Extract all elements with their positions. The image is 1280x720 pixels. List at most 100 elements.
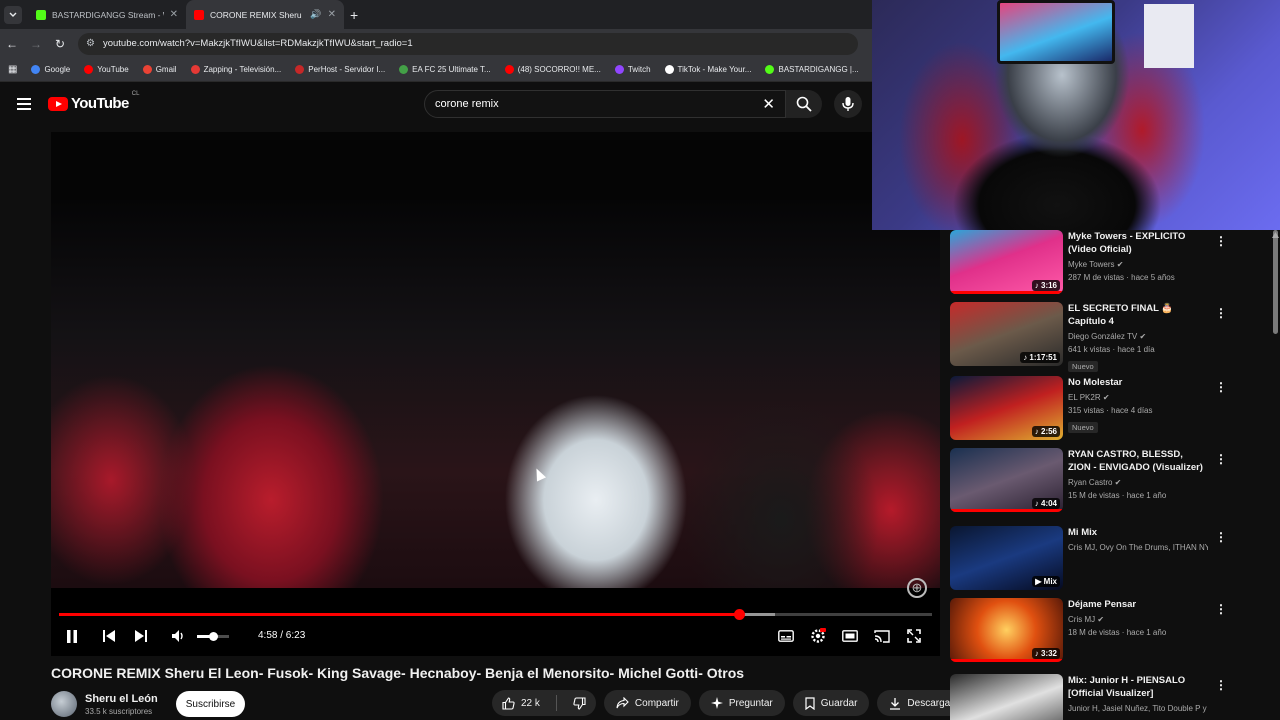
forward-icon[interactable]: → <box>24 37 48 51</box>
video-thumbnail[interactable]: ▶ Mix <box>950 526 1063 590</box>
bookmark-tiktok[interactable]: TikTok - Make Your... <box>664 65 751 74</box>
video-thumbnail[interactable]: ♪ 3:32 <box>950 598 1063 662</box>
site-info-icon[interactable]: ⚙ <box>86 38 95 49</box>
more-vertical-icon[interactable]: ⋮ <box>1215 380 1227 394</box>
recommendation-title[interactable]: Mi Mix <box>1068 526 1208 539</box>
recommendation-channel[interactable]: Myke Towers ✔ <box>1068 259 1208 271</box>
video-player[interactable]: ⊕ 4:58 / 6:23 <box>51 132 940 656</box>
recommendation-item[interactable]: ♪ 4:04 RYAN CASTRO, BLESSD, ZION - ENVIGA… <box>950 448 1227 512</box>
more-vertical-icon[interactable]: ⋮ <box>1215 678 1227 692</box>
recommendation-title[interactable]: Déjame Pensar <box>1068 598 1208 611</box>
clear-search-icon[interactable]: ✕ <box>762 95 775 113</box>
cast-button[interactable] <box>872 626 892 646</box>
subtitles-button[interactable] <box>776 626 796 646</box>
recommendation-channel[interactable]: Cris MJ ✔ <box>1068 614 1208 626</box>
video-frame[interactable]: ⊕ <box>51 200 940 598</box>
progress-bar[interactable] <box>59 609 932 620</box>
bookmark-twitch[interactable]: Twitch <box>614 65 651 74</box>
tab-bastardigangg[interactable]: BASTARDIGANGG Stream - Watch ✕ <box>28 0 186 29</box>
channel-avatar[interactable] <box>51 691 77 717</box>
recommendation-title[interactable]: No Molestar <box>1068 376 1208 389</box>
bookmark-youtube[interactable]: YouTube <box>84 65 129 74</box>
video-thumbnail[interactable] <box>950 674 1063 720</box>
video-thumbnail[interactable]: ♪ 2:56 <box>950 376 1063 440</box>
save-button[interactable]: Guardar <box>792 690 870 716</box>
share-button[interactable]: Compartir <box>603 690 691 716</box>
recommendation-title[interactable]: EL SECRETO FINAL 🎂 Capítulo 4 <box>1068 302 1208 328</box>
volume-knob[interactable] <box>209 632 218 641</box>
dislike-button[interactable] <box>563 690 596 716</box>
recommendation-item[interactable]: ▶ Mix Mi Mix Cris MJ, Ovy On The Drums, IT… <box>950 526 1227 590</box>
new-badge: Nuevo <box>1068 361 1098 372</box>
action-bar: 22 k Compartir Preguntar Guardar Descarg… <box>492 690 1000 716</box>
channel-watermark-icon[interactable]: ⊕ <box>907 578 927 598</box>
recommendation-item[interactable]: ♪ 1:17:51 EL SECRETO FINAL 🎂 Capítulo 4 Di… <box>950 302 1227 374</box>
more-vertical-icon[interactable]: ⋮ <box>1215 530 1227 544</box>
mute-button[interactable] <box>169 626 189 646</box>
recommendation-stats: 315 vistas · hace 4 días <box>1068 406 1153 415</box>
fullscreen-button[interactable] <box>904 626 924 646</box>
recommendation-title[interactable]: RYAN CASTRO, BLESSD, ZION - ENVIGADO (Vi… <box>1068 448 1208 474</box>
video-thumbnail[interactable]: ♪ 4:04 <box>950 448 1063 512</box>
video-thumbnail[interactable]: ♪ 1:17:51 <box>950 302 1063 366</box>
recommendation-title[interactable]: Myke Towers - EXPLICITO (Video Oficial) <box>1068 230 1208 256</box>
more-vertical-icon[interactable]: ⋮ <box>1215 452 1227 466</box>
recommendation-item[interactable]: Mix: Junior H - PIENSALO [Official Visua… <box>950 674 1227 720</box>
recommendation-channel[interactable]: Diego González TV ✔ <box>1068 331 1208 343</box>
url-input[interactable]: ⚙ youtube.com/watch?v=MakzjkTfIWU&list=R… <box>78 32 858 55</box>
back-icon[interactable]: ← <box>0 37 24 51</box>
tab-search-button[interactable] <box>4 5 22 24</box>
bookmark-google[interactable]: Google <box>31 65 70 74</box>
new-tab-button[interactable]: + <box>350 7 358 23</box>
tab-youtube[interactable]: CORONE REMIX Sheru El Leon 🔊 ✕ <box>186 0 344 29</box>
scrubber-handle[interactable] <box>734 609 746 620</box>
recommendation-channel[interactable]: Ryan Castro ✔ <box>1068 477 1208 489</box>
sidebar-scrollbar[interactable] <box>1273 230 1278 334</box>
video-thumbnail[interactable]: ♪ 3:16 <box>950 230 1063 294</box>
recommendation-channel[interactable]: Junior H, Jasiel Nuñez, Tito Double P y … <box>1068 703 1208 715</box>
youtube-logo[interactable]: YouTube CL <box>48 91 139 112</box>
subscribe-button[interactable]: Suscribirse <box>175 691 246 717</box>
recommendation-channel[interactable]: Cris MJ, Ovy On The Drums, ITHAN NY y ..… <box>1068 542 1208 554</box>
more-vertical-icon[interactable]: ⋮ <box>1215 306 1227 320</box>
pause-icon <box>67 629 77 643</box>
bookmark-gmail[interactable]: Gmail <box>142 65 177 74</box>
bookmark-socorro[interactable]: (48) SOCORRO!! ME... <box>504 65 601 74</box>
previous-button[interactable] <box>99 626 119 646</box>
watched-progress-bar <box>950 659 1063 662</box>
recommendation-title[interactable]: Mix: Junior H - PIENSALO [Official Visua… <box>1068 674 1208 700</box>
channel-name[interactable]: Sheru el León <box>85 693 158 705</box>
voice-search-button[interactable] <box>834 90 862 118</box>
bookmark-perhost[interactable]: PerHost - Servidor I... <box>295 65 385 74</box>
subtitles-icon <box>778 630 794 642</box>
apps-icon[interactable]: ▦ <box>8 64 17 75</box>
search-input[interactable]: corone remix ✕ <box>424 90 786 118</box>
bookmark-zapping[interactable]: Zapping - Televisión... <box>190 65 281 74</box>
next-button[interactable] <box>131 626 151 646</box>
scroll-up-icon[interactable] <box>1272 232 1279 238</box>
settings-button[interactable] <box>808 626 828 646</box>
ask-button[interactable]: Preguntar <box>698 690 785 716</box>
reload-icon[interactable]: ↻ <box>48 37 72 51</box>
recommendation-item[interactable]: ♪ 3:16 Myke Towers - EXPLICITO (Video Ofi… <box>950 230 1227 294</box>
recommendation-info: Myke Towers - EXPLICITO (Video Oficial) M… <box>1068 230 1208 294</box>
close-tab-icon[interactable]: ✕ <box>170 9 178 20</box>
recommendation-item[interactable]: ♪ 2:56 No Molestar EL PK2R ✔ 315 vistas · h… <box>950 376 1227 440</box>
pause-button[interactable] <box>62 626 82 646</box>
menu-icon[interactable] <box>17 98 31 110</box>
close-tab-icon[interactable]: ✕ <box>328 9 336 20</box>
more-vertical-icon[interactable]: ⋮ <box>1215 602 1227 616</box>
like-count: 22 k <box>521 697 540 709</box>
recommendation-channel[interactable]: EL PK2R ✔ <box>1068 392 1208 404</box>
recommendation-item[interactable]: ♪ 3:32 Déjame Pensar Cris MJ ✔ 18 M de vist… <box>950 598 1227 662</box>
bookmark-eafc[interactable]: EA FC 25 Ultimate T... <box>399 65 491 74</box>
like-button[interactable]: 22 k <box>492 690 550 716</box>
theater-mode-button[interactable] <box>840 626 860 646</box>
search-button[interactable] <box>786 90 822 118</box>
bookmark-kick[interactable]: BASTARDIGANGG |... <box>765 65 859 74</box>
more-vertical-icon[interactable]: ⋮ <box>1215 234 1227 248</box>
speaker-icon[interactable]: 🔊 <box>310 9 321 20</box>
recommendations-list: ♪ 3:16 Myke Towers - EXPLICITO (Video Ofi… <box>950 230 1280 720</box>
volume-slider[interactable] <box>197 632 229 641</box>
bookmark-label: Google <box>44 65 71 74</box>
